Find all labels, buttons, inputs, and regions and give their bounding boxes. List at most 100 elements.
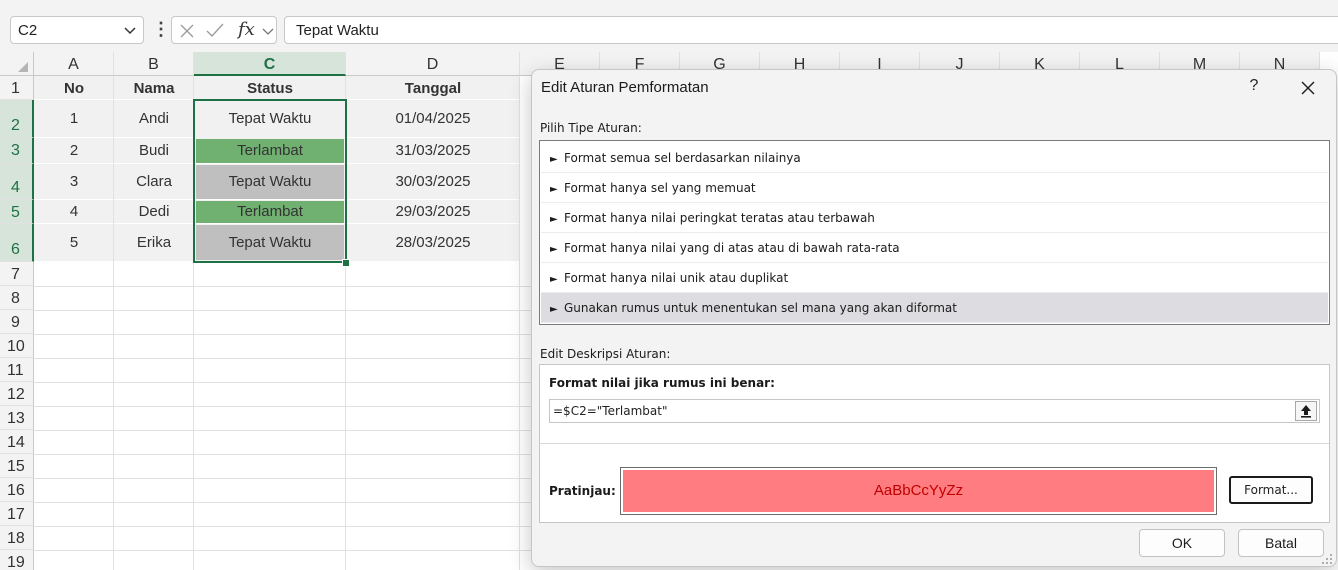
column-header-b[interactable]: B (114, 52, 194, 76)
row-header-16[interactable]: 16 (0, 478, 34, 502)
row-header-8[interactable]: 8 (0, 286, 34, 310)
collapse-dialog-button[interactable] (1295, 401, 1317, 421)
row-header-19[interactable]: 19 (0, 550, 34, 570)
expand-chevron-icon[interactable] (262, 27, 274, 37)
row-header-14[interactable]: 14 (0, 430, 34, 454)
arrow-right-icon: ► (550, 154, 558, 165)
row-header-5[interactable]: 5 (0, 200, 34, 224)
formula-bar: C2 ⋮ fx Tepat Waktu (0, 8, 1338, 52)
table-cell-no[interactable]: 4 (34, 200, 114, 224)
close-icon (1301, 81, 1315, 95)
preview-label: Pratinjau: (549, 484, 616, 498)
table-header-tanggal[interactable]: Tanggal (346, 76, 520, 100)
row-header-10[interactable]: 10 (0, 334, 34, 358)
gridline (34, 310, 534, 311)
table-cell-nama[interactable]: Andi (114, 100, 194, 138)
table-cell-tanggal[interactable]: 28/03/2025 (346, 224, 520, 262)
table-cell-tanggal[interactable]: 01/04/2025 (346, 100, 520, 138)
select-rule-type-label: Pilih Tipe Aturan: (540, 121, 642, 135)
divider (540, 443, 1329, 444)
table-cell-no[interactable]: 1 (34, 100, 114, 138)
rule-type-item[interactable]: ► Format hanya nilai yang di atas atau di… (541, 233, 1328, 263)
row-header-17[interactable]: 17 (0, 502, 34, 526)
gridline (34, 454, 534, 455)
gridline (34, 526, 534, 527)
row-header-9[interactable]: 9 (0, 310, 34, 334)
edit-description-label: Edit Deskripsi Aturan: (540, 347, 671, 361)
table-cell-tanggal[interactable]: 29/03/2025 (346, 200, 520, 224)
table-header-nama[interactable]: Nama (114, 76, 194, 100)
table-cell-no[interactable]: 5 (34, 224, 114, 262)
row-header-11[interactable]: 11 (0, 358, 34, 382)
gridline (34, 406, 534, 407)
table-cell-tanggal[interactable]: 30/03/2025 (346, 164, 520, 200)
row-header-15[interactable]: 15 (0, 454, 34, 478)
cancel-entry-icon[interactable] (180, 24, 194, 38)
close-button[interactable] (1294, 75, 1322, 101)
row-header-12[interactable]: 12 (0, 382, 34, 406)
column-header-a[interactable]: A (34, 52, 114, 76)
table-cell-nama[interactable]: Dedi (114, 200, 194, 224)
row-header-13[interactable]: 13 (0, 406, 34, 430)
ok-button[interactable]: OK (1139, 529, 1225, 557)
format-button[interactable]: Format... (1229, 476, 1313, 504)
rule-type-item[interactable]: ► Format hanya nilai peringkat teratas at… (541, 203, 1328, 233)
rule-type-label: Gunakan rumus untuk menentukan sel mana … (564, 301, 957, 315)
table-cell-no[interactable]: 3 (34, 164, 114, 200)
formula-label: Format nilai jika rumus ini benar: (549, 376, 775, 390)
confirm-entry-icon[interactable] (206, 23, 224, 38)
row-header-4[interactable]: 4 (0, 164, 34, 200)
row-header-2[interactable]: 2 (0, 100, 34, 138)
arrow-right-icon: ► (550, 184, 558, 195)
arrow-right-icon: ► (550, 274, 558, 285)
row-header-1[interactable]: 1 (0, 76, 34, 100)
gridline (34, 382, 534, 383)
table-cell-nama[interactable]: Clara (114, 164, 194, 200)
rule-formula-input[interactable]: =$C2="Terlambat" (549, 399, 1320, 423)
table-cell-no[interactable]: 2 (34, 138, 114, 164)
format-preview: AaBbCcYyZz (620, 467, 1217, 515)
upload-arrow-icon (1301, 405, 1311, 418)
formula-controls: fx (171, 16, 277, 44)
row-header-3[interactable]: 3 (0, 138, 34, 164)
gridline (34, 286, 534, 287)
rule-type-list[interactable]: ► Format semua sel berdasarkan nilainya ►… (539, 140, 1330, 325)
insert-function-icon[interactable]: fx (238, 19, 255, 40)
gridline (34, 334, 534, 335)
gridline (34, 430, 534, 431)
table-cell-nama[interactable]: Erika (114, 224, 194, 262)
rule-type-item[interactable]: ► Format hanya nilai unik atau duplikat (541, 263, 1328, 293)
rule-formula-value: =$C2="Terlambat" (553, 404, 668, 418)
row-header-7[interactable]: 7 (0, 262, 34, 286)
name-box[interactable]: C2 (10, 16, 144, 44)
name-box-value: C2 (18, 22, 38, 39)
rule-type-label: Format hanya nilai yang di atas atau di … (564, 241, 900, 255)
help-button[interactable]: ? (1242, 77, 1266, 99)
rule-type-item-selected[interactable]: ► Gunakan rumus untuk menentukan sel mana… (541, 293, 1328, 323)
row-header-6[interactable]: 6 (0, 224, 34, 262)
rule-description-panel: Format nilai jika rumus ini benar: =$C2=… (539, 364, 1330, 523)
table-cell-tanggal[interactable]: 31/03/2025 (346, 138, 520, 164)
rule-type-item[interactable]: ► Format semua sel berdasarkan nilainya (541, 143, 1328, 173)
preview-sample-text: AaBbCcYyZz (623, 470, 1214, 512)
row-header-18[interactable]: 18 (0, 526, 34, 550)
chevron-down-icon[interactable] (123, 25, 137, 37)
rule-type-label: Format hanya sel yang memuat (564, 181, 756, 195)
select-all-corner[interactable] (0, 52, 34, 76)
table-cell-nama[interactable]: Budi (114, 138, 194, 164)
table-header-status[interactable]: Status (194, 76, 346, 100)
rule-type-label: Format hanya nilai peringkat teratas ata… (564, 211, 875, 225)
rule-type-item[interactable]: ► Format hanya sel yang memuat (541, 173, 1328, 203)
selection-range[interactable] (193, 99, 347, 263)
formula-input[interactable]: Tepat Waktu (284, 16, 1338, 44)
rule-type-label: Format hanya nilai unik atau duplikat (564, 271, 789, 285)
column-header-d[interactable]: D (346, 52, 520, 76)
more-options-icon[interactable]: ⋮ (152, 19, 170, 40)
arrow-right-icon: ► (550, 214, 558, 225)
cancel-button[interactable]: Batal (1238, 529, 1324, 557)
dialog-title: Edit Aturan Pemformatan (541, 79, 709, 96)
fill-handle[interactable] (342, 259, 350, 267)
resize-grip-icon[interactable] (1322, 552, 1334, 564)
table-header-no[interactable]: No (34, 76, 114, 100)
column-header-c[interactable]: C (194, 52, 346, 76)
